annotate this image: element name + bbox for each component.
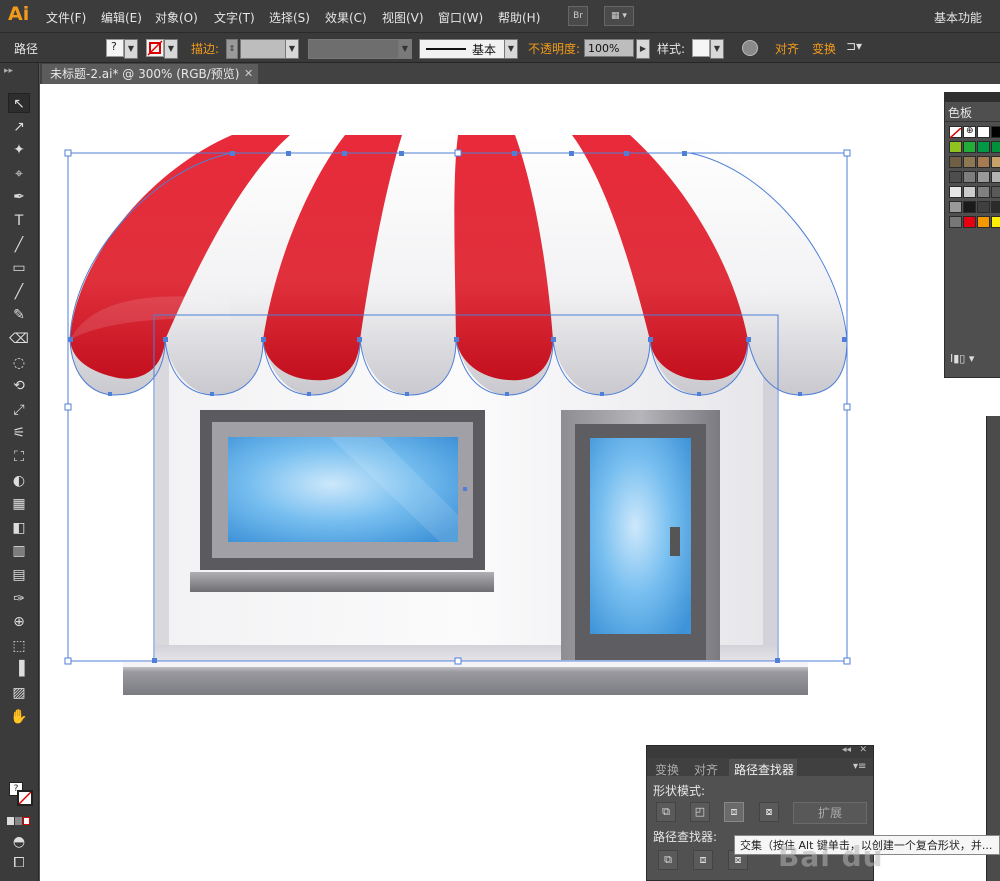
color-swatch[interactable] xyxy=(977,126,990,138)
color-swatch[interactable] xyxy=(949,156,962,168)
trim-button[interactable]: ⧈ xyxy=(693,850,713,870)
collapse-panel-icon[interactable]: ◂◂ xyxy=(842,745,851,755)
shape-modes-label: 形状模式: xyxy=(653,784,706,798)
swatch-libraries-menu[interactable]: I▮▯ ▾ xyxy=(950,352,974,365)
color-swatch[interactable] xyxy=(949,171,962,183)
color-swatch[interactable] xyxy=(991,141,1000,153)
color-group-folder-icon[interactable] xyxy=(949,216,962,228)
wall-left-edge xyxy=(155,330,169,660)
color-swatch[interactable] xyxy=(977,156,990,168)
color-swatch[interactable] xyxy=(977,141,990,153)
color-swatch[interactable] xyxy=(977,171,990,183)
exclude-button[interactable]: ⧇ xyxy=(759,802,779,822)
color-swatch[interactable] xyxy=(991,156,1000,168)
panel-menu-icon[interactable]: ▾≡ xyxy=(853,761,866,772)
color-swatch[interactable] xyxy=(963,156,976,168)
intersect-button[interactable]: ⧈ xyxy=(724,802,744,822)
color-swatch[interactable] xyxy=(977,186,990,198)
color-swatch[interactable] xyxy=(963,186,976,198)
tab-align[interactable]: 对齐 xyxy=(694,761,718,778)
unite-button[interactable]: ⧉ xyxy=(656,802,676,822)
swatches-panel-title[interactable]: 色板 xyxy=(948,104,972,121)
divide-button[interactable]: ⧉ xyxy=(658,850,678,870)
baidu-watermark: Bai du xyxy=(778,840,884,873)
color-swatch[interactable] xyxy=(991,216,1000,228)
color-swatch[interactable] xyxy=(977,201,990,213)
close-panel-icon[interactable]: ✕ xyxy=(859,745,867,755)
tab-transform[interactable]: 变换 xyxy=(655,761,679,778)
minus-front-button[interactable]: ◰ xyxy=(690,802,710,822)
color-swatch[interactable] xyxy=(949,141,962,153)
color-swatch[interactable] xyxy=(991,126,1000,138)
color-swatch[interactable] xyxy=(991,186,1000,198)
swatches-panel-header[interactable] xyxy=(944,92,1000,102)
window-sill xyxy=(190,572,494,592)
swatches-divider xyxy=(944,121,1000,122)
color-swatch[interactable] xyxy=(977,216,990,228)
pathfinder-panel-header[interactable]: ◂◂ ✕ xyxy=(647,745,873,758)
color-swatch[interactable] xyxy=(963,171,976,183)
color-group-folder-icon[interactable] xyxy=(949,201,962,213)
color-swatch[interactable] xyxy=(963,141,976,153)
collapsed-side-panel[interactable] xyxy=(986,416,1000,881)
color-swatch[interactable] xyxy=(963,216,976,228)
pathfinders-label: 路径查找器: xyxy=(653,830,718,844)
tab-pathfinder[interactable]: 路径查找器 xyxy=(734,761,794,778)
door-handle xyxy=(670,527,680,556)
color-swatch[interactable] xyxy=(963,201,976,213)
color-swatch[interactable] xyxy=(949,186,962,198)
color-swatch[interactable] xyxy=(991,171,1000,183)
none-swatch[interactable] xyxy=(949,126,962,139)
swatch-grid: ⊕ xyxy=(949,126,1000,228)
expand-button[interactable]: 扩展 xyxy=(793,802,867,824)
registration-swatch[interactable]: ⊕ xyxy=(963,126,976,138)
color-swatch[interactable] xyxy=(991,201,1000,213)
base-step-highlight xyxy=(123,662,808,667)
